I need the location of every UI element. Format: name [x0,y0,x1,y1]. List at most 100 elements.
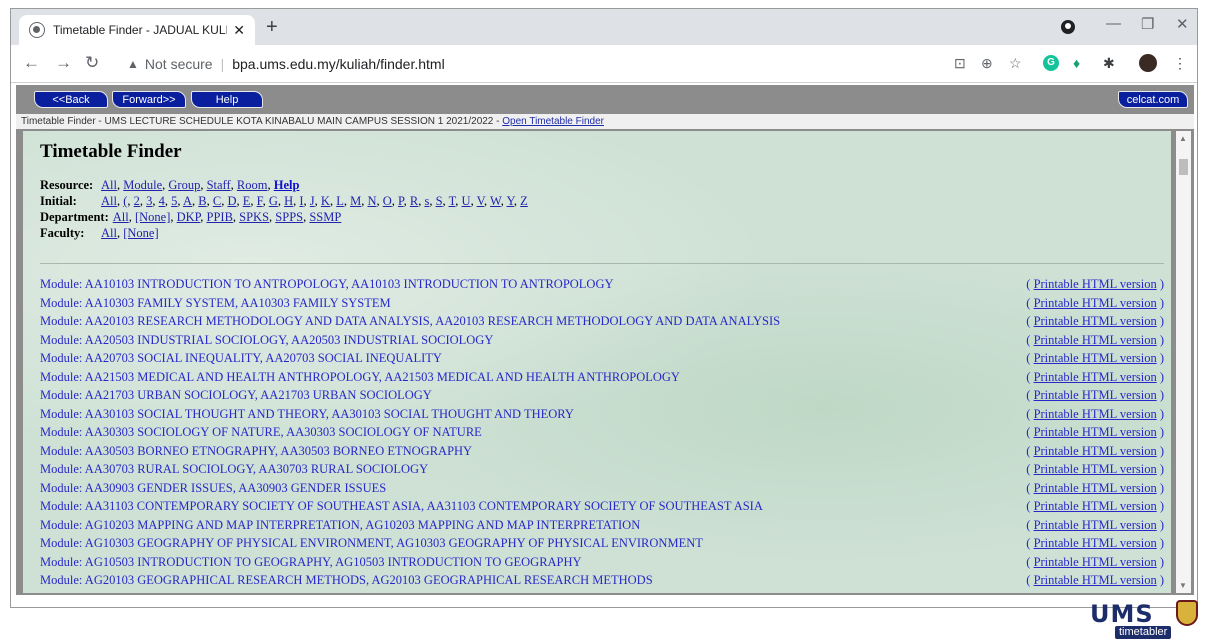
printable-link[interactable]: ( Printable HTML version ) [1026,497,1164,516]
module-link[interactable]: Module: AA21703 URBAN SOCIOLOGY, AA21703… [40,386,432,405]
star-icon[interactable]: ☆ [1009,55,1022,72]
security-label[interactable]: Not secure [145,56,213,72]
resource-link[interactable]: Group [168,178,200,192]
printable-link[interactable]: ( Printable HTML version ) [1026,553,1164,572]
zoom-icon[interactable]: ⊕ [981,55,993,72]
module-link[interactable]: Module: AA30703 RURAL SOCIOLOGY, AA30703… [40,460,428,479]
avatar[interactable] [1139,54,1157,72]
new-tab-button[interactable]: + [266,16,278,39]
help-button[interactable]: Help [191,91,263,108]
initial-link[interactable]: H [284,194,293,208]
initial-link[interactable]: N [367,194,376,208]
translate-icon[interactable]: ⊡ [954,55,966,72]
department-link[interactable]: SPPS [275,210,303,224]
initial-link[interactable]: 4 [159,194,165,208]
faculty-link[interactable]: [None] [123,226,158,240]
initial-link[interactable]: V [477,194,484,208]
initial-link[interactable]: J [310,194,315,208]
initial-link[interactable]: A [183,194,192,208]
module-link[interactable]: Module: AA30303 SOCIOLOGY OF NATURE, AA3… [40,423,482,442]
forward-arrow-icon[interactable]: → [55,53,72,73]
celcat-button[interactable]: celcat.com [1118,91,1188,108]
initial-link[interactable]: C [213,194,221,208]
module-link[interactable]: Module: AA30903 GENDER ISSUES, AA30903 G… [40,479,386,498]
back-button[interactable]: <<Back [34,91,108,108]
department-link[interactable]: PPIB [207,210,233,224]
printable-link[interactable]: ( Printable HTML version ) [1026,516,1164,535]
printable-link[interactable]: ( Printable HTML version ) [1026,534,1164,553]
initial-link[interactable]: U [462,194,471,208]
printable-link[interactable]: ( Printable HTML version ) [1026,423,1164,442]
extension-icon[interactable]: ♦ [1073,55,1080,71]
initial-link[interactable]: 2 [134,194,140,208]
url-text[interactable]: bpa.ums.edu.my/kuliah/finder.html [232,56,444,72]
printable-link[interactable]: ( Printable HTML version ) [1026,571,1164,590]
department-link[interactable]: DKP [177,210,201,224]
forward-button[interactable]: Forward>> [112,91,186,108]
printable-link[interactable]: ( Printable HTML version ) [1026,349,1164,368]
module-link[interactable]: Module: AG10303 GEOGRAPHY OF PHYSICAL EN… [40,534,703,553]
printable-link[interactable]: ( Printable HTML version ) [1026,312,1164,331]
scroll-thumb[interactable] [1179,159,1188,175]
warning-icon[interactable]: ▲ [127,57,139,71]
grammarly-icon[interactable]: G [1043,55,1059,71]
printable-link[interactable]: ( Printable HTML version ) [1026,479,1164,498]
faculty-link[interactable]: All [101,226,117,240]
printable-link[interactable]: ( Printable HTML version ) [1026,405,1164,424]
initial-link[interactable]: s [424,194,429,208]
printable-link[interactable]: ( Printable HTML version ) [1026,368,1164,387]
initial-link[interactable]: T [449,194,456,208]
printable-link[interactable]: ( Printable HTML version ) [1026,460,1164,479]
printable-link[interactable]: ( Printable HTML version ) [1026,275,1164,294]
initial-link[interactable]: E [243,194,251,208]
menu-icon[interactable]: ⋮ [1173,55,1187,72]
department-link[interactable]: SSMP [309,210,341,224]
initial-link[interactable]: D [227,194,236,208]
resource-link[interactable]: Module [123,178,162,192]
initial-link[interactable]: O [383,194,392,208]
printable-link[interactable]: ( Printable HTML version ) [1026,331,1164,350]
printable-link[interactable]: ( Printable HTML version ) [1026,442,1164,461]
initial-link[interactable]: F [257,194,263,208]
profile-icon[interactable] [1061,20,1075,34]
module-link[interactable]: Module: AA31103 CONTEMPORARY SOCIETY OF … [40,497,763,516]
resource-link[interactable]: All [101,178,117,192]
scroll-up-icon[interactable]: ▲ [1179,134,1187,143]
initial-link[interactable]: S [436,194,443,208]
module-link[interactable]: Module: AA21503 MEDICAL AND HEALTH ANTHR… [40,368,680,387]
module-link[interactable]: Module: AA10103 INTRODUCTION TO ANTROPOL… [40,275,614,294]
module-link[interactable]: Module: AG10203 MAPPING AND MAP INTERPRE… [40,516,640,535]
printable-link[interactable]: ( Printable HTML version ) [1026,294,1164,313]
module-link[interactable]: Module: AA20503 INDUSTRIAL SOCIOLOGY, AA… [40,331,493,350]
resource-link[interactable]: Room [237,178,268,192]
back-arrow-icon[interactable]: ← [23,53,40,73]
initial-link[interactable]: I [299,194,303,208]
restore-icon[interactable]: ❐ [1141,15,1154,33]
vertical-scrollbar[interactable]: ▲ ▼ [1176,131,1191,593]
initial-link[interactable]: M [350,194,361,208]
close-window-icon[interactable]: ✕ [1176,15,1189,33]
browser-tab[interactable]: Timetable Finder - JADUAL KULIA ✕ [19,15,255,45]
module-link[interactable]: Module: AA10303 FAMILY SYSTEM, AA10303 F… [40,294,391,313]
module-link[interactable]: Module: AA20103 RESEARCH METHODOLOGY AND… [40,312,780,331]
open-finder-link[interactable]: Open Timetable Finder [502,116,604,127]
initial-link[interactable]: P [398,194,404,208]
initial-link[interactable]: All [101,194,117,208]
module-link[interactable]: Module: AG10503 INTRODUCTION TO GEOGRAPH… [40,553,582,572]
module-link[interactable]: Module: AA30103 SOCIAL THOUGHT AND THEOR… [40,405,574,424]
initial-link[interactable]: 5 [171,194,177,208]
close-tab-icon[interactable]: ✕ [233,22,245,39]
minimize-icon[interactable]: — [1106,15,1121,32]
initial-link[interactable]: W [490,194,501,208]
initial-link[interactable]: 3 [146,194,152,208]
initial-link[interactable]: ( [123,194,127,208]
reload-icon[interactable]: ↻ [85,53,99,73]
initial-link[interactable]: Z [520,194,528,208]
department-link[interactable]: All [113,210,129,224]
initial-link[interactable]: B [198,194,206,208]
module-link[interactable]: Module: AA20703 SOCIAL INEQUALITY, AA207… [40,349,442,368]
department-link[interactable]: [None] [135,210,170,224]
scroll-down-icon[interactable]: ▼ [1179,581,1187,590]
initial-link[interactable]: Y [507,194,514,208]
puzzle-icon[interactable]: ✱ [1103,55,1115,72]
